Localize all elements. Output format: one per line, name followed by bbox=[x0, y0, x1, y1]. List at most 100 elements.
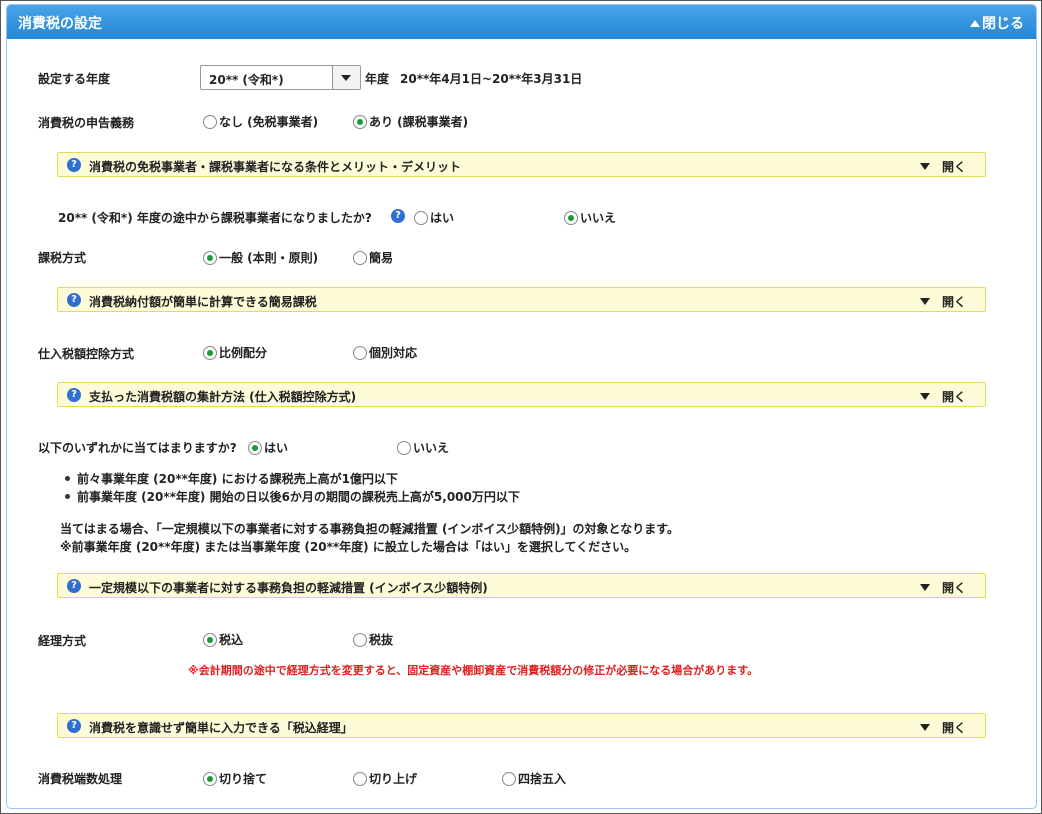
fiscal-year-suffix: 年度 bbox=[365, 72, 390, 86]
expand-toggle[interactable]: 開く bbox=[919, 388, 966, 405]
deduction-individual-radio[interactable]: 個別対応 bbox=[353, 344, 417, 361]
panel-title: 消費税の設定 bbox=[18, 16, 102, 32]
radio-circle-selected bbox=[353, 114, 367, 129]
triangle-down-icon bbox=[919, 584, 930, 591]
radio-circle-selected bbox=[248, 440, 262, 455]
tax-method-label: 課税方式 bbox=[38, 251, 87, 265]
radio-label: 四捨五入 bbox=[518, 772, 567, 786]
info-bar-tax-inclusive[interactable]: ? 消費税を意識せず簡単に入力できる「税込経理」 開く bbox=[57, 713, 986, 738]
radio-circle-selected bbox=[203, 345, 217, 360]
radio-label: なし (免税事業者) bbox=[219, 115, 319, 129]
info-bar-title: 消費税の免税事業者・課税事業者になる条件とメリット・デメリット bbox=[89, 160, 462, 174]
deduction-proportional-radio[interactable]: 比例配分 bbox=[203, 344, 267, 361]
rounding-up-radio[interactable]: 切り上げ bbox=[353, 770, 417, 787]
list-item: 前事業年度 (20**年度) 開始の日以後6か月の期間の課税売上高が5,000万… bbox=[62, 488, 520, 506]
collapse-label: 閉じる bbox=[982, 16, 1024, 32]
midyear-yes-radio[interactable]: はい bbox=[414, 209, 454, 226]
info-bar-deduction-method[interactable]: ? 支払った消費税額の集計方法 (仕入税額控除方式) 開く bbox=[57, 382, 986, 407]
tax-settings-panel: 消費税の設定 閉じる 設定する年度 20** (令和*) 年度 20**年4月1… bbox=[6, 4, 1037, 809]
info-bar-simplified-tax[interactable]: ? 消費税納付額が簡単に計算できる簡易課税 開く bbox=[57, 287, 986, 312]
expand-label: 開く bbox=[941, 581, 966, 595]
help-icon: ? bbox=[67, 719, 81, 733]
deduction-method-label: 仕入税額控除方式 bbox=[38, 347, 135, 361]
rounding-down-radio[interactable]: 切り捨て bbox=[203, 770, 267, 787]
triangle-down-icon bbox=[919, 393, 930, 400]
midyear-no-radio[interactable]: いいえ bbox=[564, 209, 616, 226]
help-icon: ? bbox=[67, 388, 81, 402]
expand-toggle[interactable]: 開く bbox=[919, 293, 966, 310]
radio-label: はい bbox=[430, 211, 455, 225]
info-bar-invoice-exception[interactable]: ? 一定規模以下の事業者に対する事務負担の軽減措置 (インボイス少額特例) 開く bbox=[57, 573, 986, 598]
applicability-yes-radio[interactable]: はい bbox=[248, 439, 288, 456]
radio-circle bbox=[353, 250, 367, 265]
radio-label: 比例配分 bbox=[219, 346, 268, 360]
help-icon: ? bbox=[67, 158, 81, 172]
radio-circle bbox=[353, 345, 367, 360]
triangle-down-icon bbox=[919, 724, 930, 731]
radio-circle-selected bbox=[564, 210, 578, 225]
radio-label: 税抜 bbox=[369, 633, 394, 647]
applicability-note: 当てはまる場合、「一定規模以下の事業者に対する事務負担の軽減措置 (インボイス少… bbox=[60, 522, 679, 536]
applicability-no-radio[interactable]: いいえ bbox=[397, 439, 449, 456]
info-bar-title: 消費税納付額が簡単に計算できる簡易課税 bbox=[89, 295, 317, 309]
radio-circle bbox=[414, 210, 428, 225]
help-icon: ? bbox=[67, 293, 81, 307]
accounting-tax-exclusive-radio[interactable]: 税抜 bbox=[353, 631, 393, 648]
radio-label: 簡易 bbox=[369, 251, 394, 265]
triangle-up-icon bbox=[970, 20, 980, 27]
triangle-down-icon bbox=[919, 298, 930, 305]
dropdown-button[interactable] bbox=[332, 66, 360, 89]
list-item: 前々事業年度 (20**年度) における課税売上高が1億円以下 bbox=[62, 470, 520, 488]
tax-method-general-radio[interactable]: 一般 (本則・原則) bbox=[203, 249, 318, 266]
window-frame: 消費税の設定 閉じる 設定する年度 20** (令和*) 年度 20**年4月1… bbox=[0, 0, 1042, 814]
panel-header: 消費税の設定 閉じる bbox=[7, 5, 1036, 39]
applicability-label: 以下のいずれかに当てはまりますか? bbox=[38, 441, 237, 455]
help-icon: ? bbox=[67, 579, 81, 593]
filing-obligation-yes-radio[interactable]: あり (課税事業者) bbox=[353, 113, 468, 130]
accounting-method-label: 経理方式 bbox=[38, 634, 87, 648]
radio-label: 個別対応 bbox=[369, 346, 418, 360]
radio-label: 切り上げ bbox=[369, 772, 418, 786]
accounting-tax-inclusive-radio[interactable]: 税込 bbox=[203, 631, 243, 648]
triangle-down-icon bbox=[919, 163, 930, 170]
radio-circle-selected bbox=[203, 632, 217, 647]
expand-label: 開く bbox=[941, 160, 966, 174]
tax-method-simplified-radio[interactable]: 簡易 bbox=[353, 249, 393, 266]
fiscal-year-select[interactable]: 20** (令和*) bbox=[200, 65, 361, 90]
radio-circle bbox=[502, 771, 516, 786]
info-bar-title: 支払った消費税額の集計方法 (仕入税額控除方式) bbox=[89, 390, 357, 404]
expand-toggle[interactable]: 開く bbox=[919, 579, 966, 596]
filing-obligation-none-radio[interactable]: なし (免税事業者) bbox=[203, 113, 318, 130]
help-icon[interactable]: ? bbox=[391, 209, 405, 223]
radio-circle bbox=[397, 440, 411, 455]
expand-toggle[interactable]: 開く bbox=[919, 719, 966, 736]
expand-label: 開く bbox=[941, 390, 966, 404]
expand-label: 開く bbox=[941, 295, 966, 309]
radio-circle-selected bbox=[203, 250, 217, 265]
radio-circle bbox=[203, 114, 217, 129]
applicability-note-2: ※前事業年度 (20**年度) または当事業年度 (20**年度) に設立した場… bbox=[60, 540, 637, 554]
radio-label: 税込 bbox=[219, 633, 244, 647]
fiscal-year-period: 20**年4月1日~20**年3月31日 bbox=[400, 72, 583, 86]
chevron-down-icon bbox=[341, 75, 351, 81]
radio-label: いいえ bbox=[580, 211, 617, 225]
radio-circle bbox=[353, 632, 367, 647]
radio-label: あり (課税事業者) bbox=[369, 115, 469, 129]
accounting-warning: ※会計期間の途中で経理方式を変更すると、固定資産や棚卸資産で消費税額分の修正が必… bbox=[188, 664, 759, 677]
midyear-question-label: 20** (令和*) 年度の途中から課税事業者になりましたか? bbox=[58, 211, 372, 225]
info-bar-exempt-conditions[interactable]: ? 消費税の免税事業者・課税事業者になる条件とメリット・デメリット 開く bbox=[57, 152, 986, 177]
radio-label: 一般 (本則・原則) bbox=[219, 251, 319, 265]
info-bar-title: 消費税を意識せず簡単に入力できる「税込経理」 bbox=[89, 721, 353, 735]
radio-circle bbox=[353, 771, 367, 786]
radio-circle-selected bbox=[203, 771, 217, 786]
expand-toggle[interactable]: 開く bbox=[919, 158, 966, 175]
rounding-label: 消費税端数処理 bbox=[38, 772, 123, 786]
rounding-half-up-radio[interactable]: 四捨五入 bbox=[502, 770, 566, 787]
info-bar-title: 一定規模以下の事業者に対する事務負担の軽減措置 (インボイス少額特例) bbox=[89, 581, 488, 595]
fiscal-year-value: 20** (令和*) bbox=[209, 73, 284, 87]
radio-label: 切り捨て bbox=[219, 772, 268, 786]
filing-obligation-label: 消費税の申告義務 bbox=[38, 116, 135, 130]
radio-label: はい bbox=[264, 441, 289, 455]
collapse-button[interactable]: 閉じる bbox=[970, 13, 1024, 33]
expand-label: 開く bbox=[941, 721, 966, 735]
